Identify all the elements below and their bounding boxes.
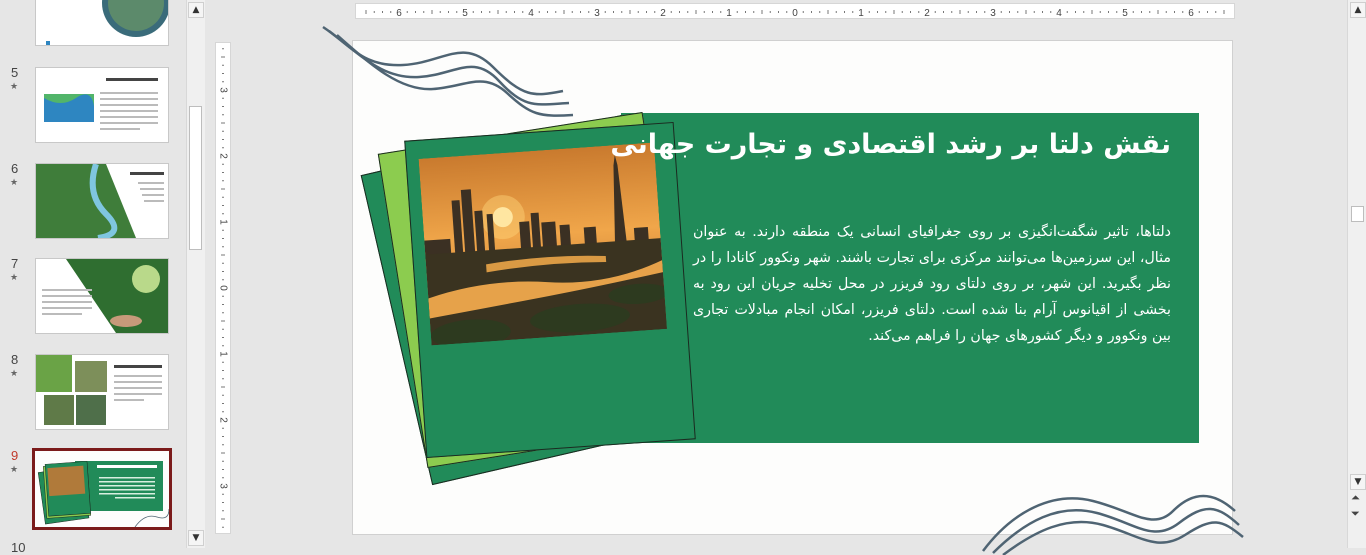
slide-thumbnail-6[interactable] — [35, 163, 169, 239]
slide-thumbnail[interactable] — [35, 0, 169, 46]
slide-body-text[interactable]: دلتاها، تاثیر شگفت‌انگیزی بر روی جغرافیا… — [693, 219, 1171, 349]
animation-star-icon: ★ — [10, 82, 19, 92]
ruler-label: 1 — [726, 8, 732, 19]
ruler-label: 3 — [217, 483, 228, 489]
ruler-ticks: 3 2 1 0 1 2 3 — [217, 48, 228, 528]
thumbnail-number: 6 — [11, 161, 19, 176]
ruler-label: 1 — [217, 219, 228, 225]
thumbnail-graphic — [36, 355, 162, 425]
slide-editor: 6 5 4 3 2 1 0 1 2 3 4 5 6 3 2 1 0 1 2 3 نقش دلتا بر رشد اق… — [205, 0, 1345, 555]
horizontal-ruler[interactable]: 6 5 4 3 2 1 0 1 2 3 4 5 6 — [355, 3, 1235, 19]
scrollbar-thumb[interactable] — [189, 106, 202, 250]
ruler-label: 2 — [924, 8, 930, 19]
slide-canvas[interactable]: نقش دلتا بر رشد اقتصادی و تجارت جهانی دل… — [322, 25, 1244, 555]
slide-thumbnail-9-selected[interactable] — [32, 448, 172, 530]
slide-title[interactable]: نقش دلتا بر رشد اقتصادی و تجارت جهانی — [610, 129, 1171, 160]
ruler-label: 4 — [1056, 8, 1062, 19]
thumbnail-graphic — [46, 0, 168, 45]
ruler-label: 1 — [858, 8, 864, 19]
thumbnail-number: 7 — [11, 256, 19, 271]
ruler-label: 1 — [217, 351, 228, 357]
animation-star-icon: ★ — [10, 273, 19, 283]
previous-slide-icon[interactable]: ⏶ — [1351, 492, 1360, 504]
photo-graphic — [418, 142, 668, 346]
ruler-label: 6 — [1188, 8, 1194, 19]
thumbnail-graphic — [42, 259, 168, 333]
ruler-label: 2 — [660, 8, 666, 19]
ruler-label: 4 — [528, 8, 534, 19]
ruler-label: 3 — [217, 87, 228, 93]
scrollbar-thumb[interactable] — [1351, 206, 1364, 222]
thumbnail-number: 8 — [11, 352, 19, 367]
scroll-up-icon[interactable]: ▲ — [1350, 2, 1366, 18]
animation-star-icon: ★ — [10, 465, 19, 475]
thumbnail-number: 9 — [11, 448, 19, 463]
ruler-label: 0 — [217, 285, 228, 291]
scroll-down-icon[interactable]: ▼ — [188, 530, 204, 546]
animation-star-icon: ★ — [10, 369, 19, 379]
ruler-label: 3 — [594, 8, 600, 19]
scroll-down-icon[interactable]: ▼ — [1350, 474, 1366, 490]
ruler-ticks: 6 5 4 3 2 1 0 1 2 3 4 5 6 — [365, 8, 1225, 19]
thumbnail-graphic — [44, 78, 158, 130]
thumbnail-graphic — [36, 164, 164, 238]
slide-thumbnail-8[interactable] — [35, 354, 169, 430]
ruler-label: 5 — [1122, 8, 1128, 19]
thumbnail-graphic — [35, 451, 169, 527]
ruler-label: 2 — [217, 153, 228, 159]
editor-scrollbar[interactable]: ▲ ▼ ⏶ ⏷ — [1347, 0, 1366, 548]
city-sunset-photo — [418, 142, 668, 346]
wave-lines-decoration-bottom — [982, 494, 1244, 555]
slide-thumbnail-pane: 5 ★ 6 ★ 7 ★ 8 ★ 9 ★ 10 — [0, 0, 186, 555]
thumbnail-scrollbar[interactable]: ▲ ▼ — [186, 0, 205, 548]
thumbnail-number: 5 — [11, 65, 19, 80]
ruler-label: 2 — [217, 417, 228, 423]
ruler-label: 0 — [792, 8, 798, 19]
slide-thumbnail-7[interactable] — [35, 258, 169, 334]
photo-card-front[interactable] — [404, 121, 696, 459]
ruler-label: 5 — [462, 8, 468, 19]
next-slide-icon[interactable]: ⏷ — [1351, 508, 1360, 520]
ruler-label: 6 — [396, 8, 402, 19]
wave-lines-decoration-top — [322, 25, 574, 117]
vertical-ruler[interactable]: 3 2 1 0 1 2 3 — [215, 42, 231, 534]
slide-thumbnail-5[interactable] — [35, 67, 169, 143]
scroll-up-icon[interactable]: ▲ — [188, 2, 204, 18]
ruler-label: 3 — [990, 8, 996, 19]
animation-star-icon: ★ — [10, 178, 19, 188]
